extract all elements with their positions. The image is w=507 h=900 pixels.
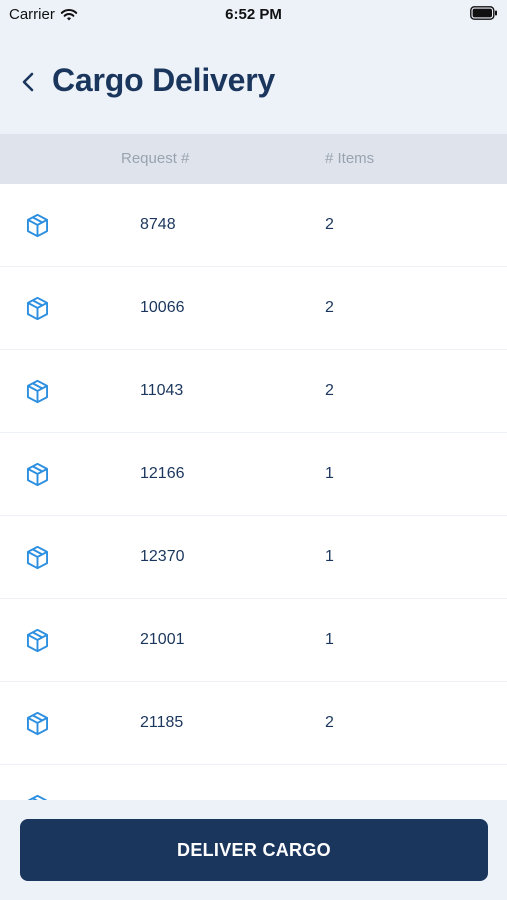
request-number: 11043	[140, 382, 184, 399]
status-time: 6:52 PM	[225, 6, 282, 23]
package-icon	[27, 794, 48, 800]
table-row[interactable]: 21185 2	[0, 682, 507, 765]
request-number: 21185	[140, 714, 184, 731]
table-row[interactable]: 10066 2	[0, 267, 507, 350]
item-count: 2	[325, 714, 334, 731]
battery-icon	[470, 6, 498, 24]
package-icon	[26, 545, 49, 570]
table-row[interactable]: 8748 2	[0, 184, 507, 267]
page-title: Cargo Delivery	[52, 62, 276, 98]
navigation-bar: Cargo Delivery	[0, 52, 507, 112]
item-count: 2	[325, 299, 334, 316]
table-row[interactable]: 12370 1	[0, 516, 507, 599]
item-count: 2	[325, 382, 334, 399]
package-icon	[26, 711, 49, 736]
cargo-list[interactable]: 8748 2 10066 2 11043 2 12166 1 12370 1 2…	[0, 184, 507, 800]
table-row[interactable]: 11043 2	[0, 350, 507, 433]
item-count: 1	[325, 548, 334, 565]
package-icon	[26, 379, 49, 404]
table-row[interactable]	[0, 765, 507, 800]
chevron-left-icon	[22, 72, 34, 92]
request-number: 8748	[140, 216, 176, 233]
item-count: 1	[325, 465, 334, 482]
package-icon	[26, 296, 49, 321]
table-row[interactable]: 12166 1	[0, 433, 507, 516]
footer-bar: DELIVER CARGO	[0, 800, 507, 900]
column-header-items: # Items	[325, 150, 375, 167]
deliver-cargo-button[interactable]: DELIVER CARGO	[20, 819, 488, 881]
package-icon	[26, 213, 49, 238]
table-row[interactable]: 21001 1	[0, 599, 507, 682]
package-icon	[26, 628, 49, 653]
request-number: 10066	[140, 299, 185, 316]
table-header: Request # # Items	[0, 134, 507, 184]
item-count: 2	[325, 216, 334, 233]
request-number: 12166	[140, 465, 185, 482]
package-icon	[26, 462, 49, 487]
request-number: 12370	[140, 548, 185, 565]
back-button[interactable]	[14, 68, 42, 96]
column-header-request: Request #	[121, 150, 190, 167]
item-count: 1	[325, 631, 334, 648]
request-number: 21001	[140, 631, 185, 648]
status-bar: Carrier 6:52 PM	[0, 0, 507, 30]
